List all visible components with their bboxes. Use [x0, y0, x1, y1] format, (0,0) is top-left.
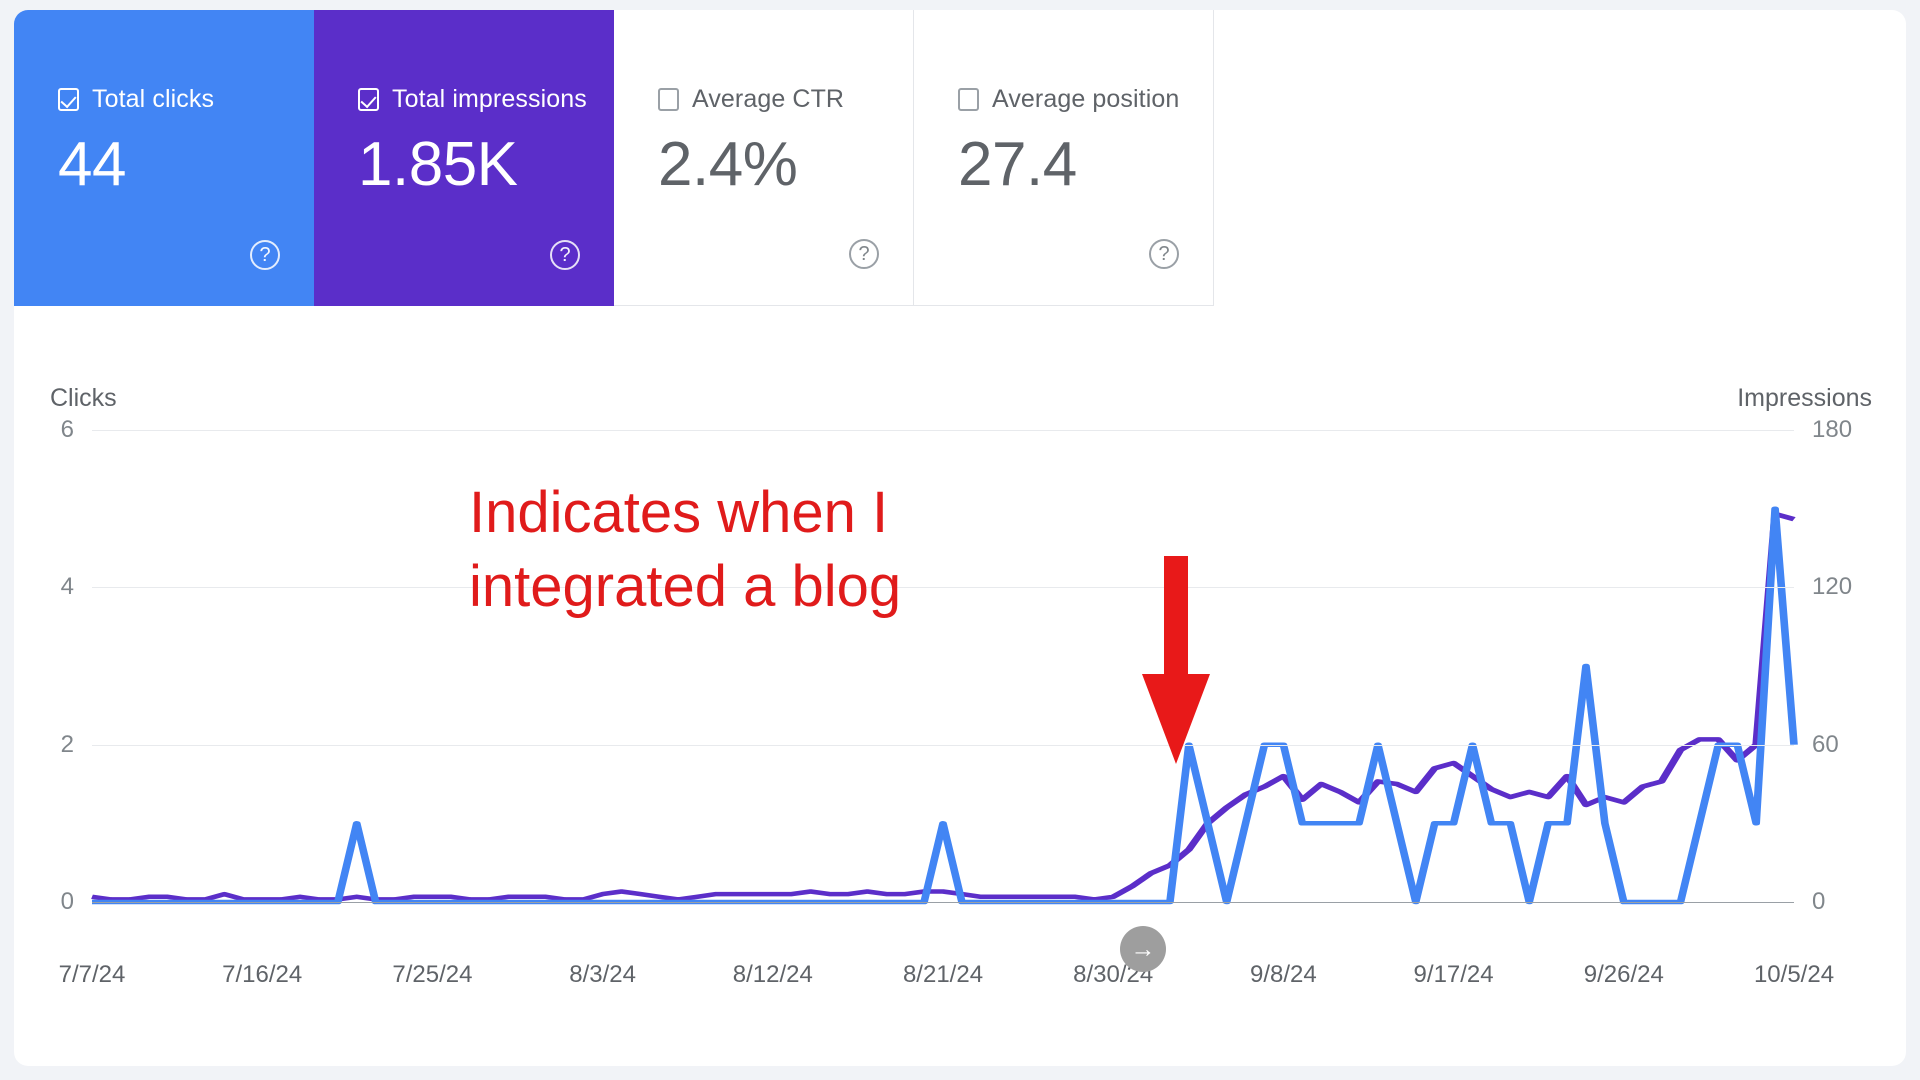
metric-value: 44 — [58, 130, 126, 199]
checkbox-unchecked-icon[interactable] — [658, 87, 679, 111]
gridline — [92, 430, 1794, 431]
expand-chart-button[interactable]: → — [1120, 926, 1166, 972]
y-tick-label-clicks: 4 — [60, 573, 74, 601]
x-tick-label: 9/26/24 — [1583, 961, 1664, 988]
y-axis-title-clicks: Clicks — [50, 384, 117, 412]
x-axis-labels: 7/7/24 7/16/24 7/25/24 8/3/24 8/12/24 8/21/24… — [59, 961, 1834, 995]
metric-header: Total impressions — [358, 84, 614, 113]
x-tick-label: 10/5/24 — [1753, 961, 1835, 988]
plot-area: 6 180 4 120 2 60 0 0 — [61, 416, 1852, 915]
checkbox-unchecked-icon[interactable] — [958, 87, 979, 111]
metric-header: Average CTR — [658, 84, 913, 113]
metric-tabs: Total clicks 44 ? Total impressions 1.85… — [14, 10, 1214, 306]
help-icon[interactable]: ? — [1149, 239, 1179, 269]
metric-tab-total-impressions[interactable]: Total impressions 1.85K ? — [314, 10, 614, 306]
checkbox-checked-icon[interactable] — [58, 87, 79, 111]
performance-card: Total clicks 44 ? Total impressions 1.85… — [14, 10, 1906, 1066]
x-tick-label: 9/8/24 — [1250, 961, 1317, 988]
impressions-line — [91, 511, 1796, 902]
x-tick-label: 7/25/24 — [392, 961, 473, 988]
gridline — [92, 587, 1794, 589]
metric-header: Total clicks — [58, 84, 314, 113]
metric-value: 1.85K — [358, 130, 518, 199]
clicks-line — [92, 506, 1798, 905]
y-tick-label-impressions: 0 — [1812, 888, 1826, 915]
page-root: Total clicks 44 ? Total impressions 1.85… — [0, 0, 1920, 1080]
checkbox-checked-icon[interactable] — [358, 87, 379, 111]
metric-tab-average-ctr[interactable]: Average CTR 2.4% ? — [614, 10, 914, 306]
metric-label: Total clicks — [92, 84, 215, 113]
x-tick-label: 7/16/24 — [222, 961, 303, 988]
gridline — [92, 744, 1794, 746]
y-tick-label-impressions: 180 — [1812, 416, 1853, 443]
y-tick-label-impressions: 120 — [1812, 573, 1853, 601]
help-icon[interactable]: ? — [250, 240, 280, 270]
metric-tab-total-clicks[interactable]: Total clicks 44 ? — [14, 10, 314, 306]
metric-value: 27.4 — [958, 130, 1077, 199]
performance-chart: Clicks Impressions 6 180 4 120 2 60 0 0 7/7/24 7… — [14, 306, 1906, 1066]
help-icon[interactable]: ? — [550, 240, 580, 270]
metric-value: 2.4% — [658, 130, 798, 199]
gridline — [92, 902, 1794, 903]
x-tick-label: 8/21/24 — [902, 961, 984, 988]
y-tick-label-clicks: 2 — [60, 730, 74, 758]
metric-label: Total impressions — [392, 84, 587, 113]
y-tick-label-clicks: 0 — [60, 888, 74, 915]
help-icon[interactable]: ? — [849, 239, 879, 269]
metric-label: Average position — [992, 84, 1180, 113]
x-tick-label: 7/7/24 — [58, 961, 126, 988]
x-tick-label: 8/12/24 — [732, 961, 813, 988]
y-axis-title-impressions: Impressions — [1737, 384, 1872, 412]
chart-lines — [91, 506, 1798, 905]
y-tick-label-impressions: 60 — [1812, 730, 1839, 758]
red-down-arrow-icon — [1142, 556, 1210, 764]
metric-tab-average-position[interactable]: Average position 27.4 ? — [914, 10, 1214, 306]
annotation-text: Indicates when I integrated a blog — [469, 480, 902, 620]
x-tick-label: 8/3/24 — [569, 961, 636, 988]
x-tick-label: 9/17/24 — [1413, 961, 1494, 988]
y-tick-label-clicks: 6 — [60, 416, 74, 443]
metric-label: Average CTR — [692, 84, 845, 113]
metric-header: Average position — [958, 84, 1213, 113]
